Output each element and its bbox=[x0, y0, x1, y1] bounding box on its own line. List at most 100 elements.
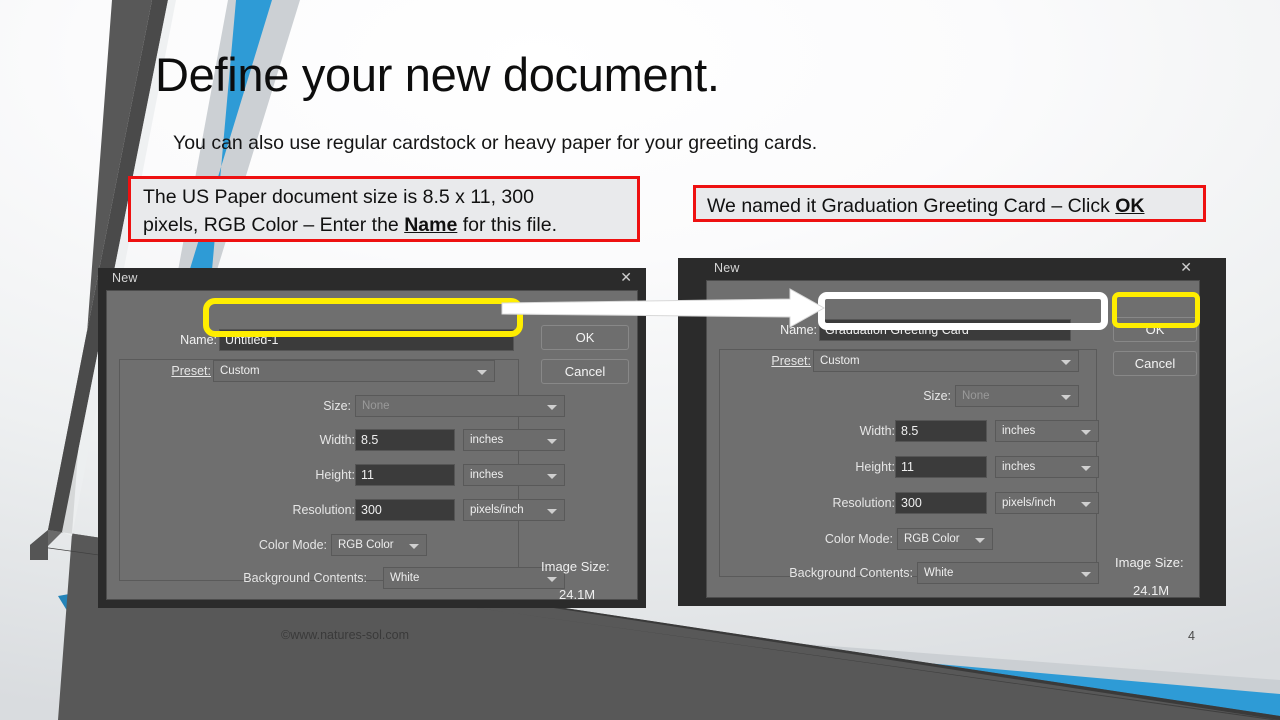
dialog-left-ok-button[interactable]: OK bbox=[541, 325, 629, 350]
dialog-right-height-unit-combo[interactable]: inches bbox=[995, 456, 1099, 478]
dialog-right-resolution-unit-value: pixels/inch bbox=[1002, 497, 1056, 509]
callout-right-text-a: We named it Graduation Greeting Card – C… bbox=[707, 195, 1116, 217]
dialog-left-width-label: Width: bbox=[319, 433, 355, 447]
dialog-left-name-row: Name: Untitled-1 bbox=[107, 329, 527, 351]
close-icon[interactable]: ✕ bbox=[620, 270, 632, 284]
dialog-left-width-input[interactable]: 8.5 bbox=[355, 429, 455, 451]
dialog-left-preset-value: Custom bbox=[220, 365, 260, 377]
dialog-right-background-row: Background Contents: White bbox=[707, 562, 1127, 584]
dialog-right-name-label: Name: bbox=[780, 323, 817, 337]
page-title: Define your new document. bbox=[155, 48, 720, 101]
dialog-left-colormode-label: Color Mode: bbox=[258, 538, 327, 552]
dialog-left-height-unit-combo[interactable]: inches bbox=[463, 464, 565, 486]
dialog-left-height-input[interactable]: 11 bbox=[355, 464, 455, 486]
chevron-down-icon bbox=[1081, 466, 1091, 471]
chevron-down-icon bbox=[1081, 572, 1091, 577]
dialog-left-name-label: Name: bbox=[180, 333, 217, 347]
callout-right-text-emph: OK bbox=[1115, 195, 1145, 217]
chevron-down-icon bbox=[547, 509, 557, 514]
dialog-right-image-size-value: 24.1M bbox=[1133, 583, 1170, 598]
callout-left-line2: pixels, RGB Color – Enter the Name for t… bbox=[143, 211, 627, 239]
dialog-left-height-label: Height: bbox=[315, 468, 355, 482]
dialog-left-name-input[interactable]: Untitled-1 bbox=[219, 329, 514, 351]
chevron-down-icon bbox=[1081, 430, 1091, 435]
dialog-left-colormode-value: RGB Color bbox=[338, 539, 394, 551]
page-subtitle: You can also use regular cardstock or he… bbox=[173, 132, 818, 154]
dialog-left-preset-combo[interactable]: Custom bbox=[213, 360, 495, 382]
dialog-right-preset-label: Preset: bbox=[771, 354, 811, 368]
chevron-down-icon bbox=[477, 370, 487, 375]
dialog-right-width-unit-combo[interactable]: inches bbox=[995, 420, 1099, 442]
chevron-down-icon bbox=[547, 439, 557, 444]
dialog-left-title: New bbox=[112, 271, 138, 285]
dialog-left-size-combo[interactable]: None bbox=[355, 395, 565, 417]
dialog-right-width-row: Width: 8.5 inches bbox=[707, 420, 1127, 442]
dialog-left-height-row: Height: 11 inches bbox=[107, 464, 587, 486]
page-number: 4 bbox=[1188, 629, 1195, 643]
dialog-left-width-unit-value: inches bbox=[470, 434, 504, 446]
slide-canvas: Define your new document. You can also u… bbox=[0, 0, 1280, 720]
callout-right: We named it Graduation Greeting Card – C… bbox=[693, 185, 1206, 222]
callout-left-line2-a: pixels, RGB Color – Enter the bbox=[143, 214, 405, 236]
dialog-right-resolution-row: Resolution: 300 pixels/inch bbox=[707, 492, 1127, 514]
dialog-left-size-row: Size: None bbox=[107, 395, 565, 417]
dialog-left-preset-row: Preset: Custom bbox=[107, 360, 527, 382]
dialog-right-title: New bbox=[714, 261, 740, 275]
dialog-left-image-size-label: Image Size: bbox=[541, 559, 610, 574]
dialog-left-resolution-label: Resolution: bbox=[292, 503, 355, 517]
dialog-right-size-value: None bbox=[962, 390, 990, 402]
dialog-left-resolution-unit-value: pixels/inch bbox=[470, 504, 524, 516]
dialog-right-image-size-label: Image Size: bbox=[1115, 555, 1184, 570]
dialog-right-background-label: Background Contents: bbox=[789, 566, 913, 580]
dialog-right-preset-row: Preset: Custom bbox=[707, 350, 1127, 372]
dialog-right-size-combo[interactable]: None bbox=[955, 385, 1079, 407]
dialog-left-cancel-button[interactable]: Cancel bbox=[541, 359, 629, 384]
dialog-right-colormode-value: RGB Color bbox=[904, 533, 960, 545]
dialog-right-preset-combo[interactable]: Custom bbox=[813, 350, 1079, 372]
dialog-right-height-row: Height: 11 inches bbox=[707, 456, 1127, 478]
dialog-right-name-row: Name: Graduation Greeting Card bbox=[707, 319, 1127, 341]
callout-right-line: We named it Graduation Greeting Card – C… bbox=[707, 191, 1203, 221]
new-document-dialog-left[interactable]: New ✕ Name: Untitled-1 Preset: Custom Si… bbox=[98, 268, 646, 608]
dialog-left-colormode-combo[interactable]: RGB Color bbox=[331, 534, 427, 556]
dialog-right-resolution-unit-combo[interactable]: pixels/inch bbox=[995, 492, 1099, 514]
chevron-down-icon bbox=[547, 405, 557, 410]
new-document-dialog-right[interactable]: New ✕ Name: Graduation Greeting Card Pre… bbox=[678, 258, 1226, 606]
dialog-right-background-value: White bbox=[924, 567, 954, 579]
dialog-left-size-value: None bbox=[362, 400, 390, 412]
callout-left-line2-emph: Name bbox=[404, 214, 458, 236]
dialog-left-body: Name: Untitled-1 Preset: Custom Size: No… bbox=[106, 290, 638, 602]
callout-left-line2-b: for this file. bbox=[457, 214, 558, 236]
dialog-right-width-label: Width: bbox=[859, 424, 895, 438]
footer-copyright: ©www.natures-sol.com bbox=[281, 628, 409, 642]
dialog-right-height-label: Height: bbox=[855, 460, 895, 474]
dialog-right-preset-value: Custom bbox=[820, 355, 860, 367]
dialog-left-preset-label: Preset: bbox=[171, 364, 211, 378]
callout-left-line1: The US Paper document size is 8.5 x 11, … bbox=[143, 186, 534, 208]
dialog-right-ok-button[interactable]: OK bbox=[1113, 317, 1197, 342]
dialog-left-background-row: Background Contents: White bbox=[107, 567, 587, 589]
dialog-right-resolution-input[interactable]: 300 bbox=[895, 492, 987, 514]
dialog-left-resolution-unit-combo[interactable]: pixels/inch bbox=[463, 499, 565, 521]
dialog-right-width-input[interactable]: 8.5 bbox=[895, 420, 987, 442]
dialog-right-name-input[interactable]: Graduation Greeting Card bbox=[819, 319, 1071, 341]
chevron-down-icon bbox=[1061, 395, 1071, 400]
dialog-left-resolution-input[interactable]: 300 bbox=[355, 499, 455, 521]
dialog-right-height-input[interactable]: 11 bbox=[895, 456, 987, 478]
dialog-right-colormode-label: Color Mode: bbox=[824, 532, 893, 546]
dialog-left-height-unit-value: inches bbox=[470, 469, 504, 481]
chevron-down-icon bbox=[1081, 502, 1091, 507]
dialog-left-background-combo[interactable]: White bbox=[383, 567, 565, 589]
dialog-right-colormode-combo[interactable]: RGB Color bbox=[897, 528, 993, 550]
dialog-left-colormode-row: Color Mode: RGB Color bbox=[107, 534, 527, 556]
dialog-right-background-combo[interactable]: White bbox=[917, 562, 1099, 584]
dialog-right-colormode-row: Color Mode: RGB Color bbox=[707, 528, 1127, 550]
close-icon[interactable]: ✕ bbox=[1180, 260, 1192, 274]
dialog-left-resolution-row: Resolution: 300 pixels/inch bbox=[107, 499, 587, 521]
dialog-right-cancel-button[interactable]: Cancel bbox=[1113, 351, 1197, 376]
dialog-right-size-row: Size: None bbox=[707, 385, 1127, 407]
callout-left: The US Paper document size is 8.5 x 11, … bbox=[128, 176, 640, 242]
chevron-down-icon bbox=[547, 577, 557, 582]
dialog-left-width-unit-combo[interactable]: inches bbox=[463, 429, 565, 451]
chevron-down-icon bbox=[547, 474, 557, 479]
